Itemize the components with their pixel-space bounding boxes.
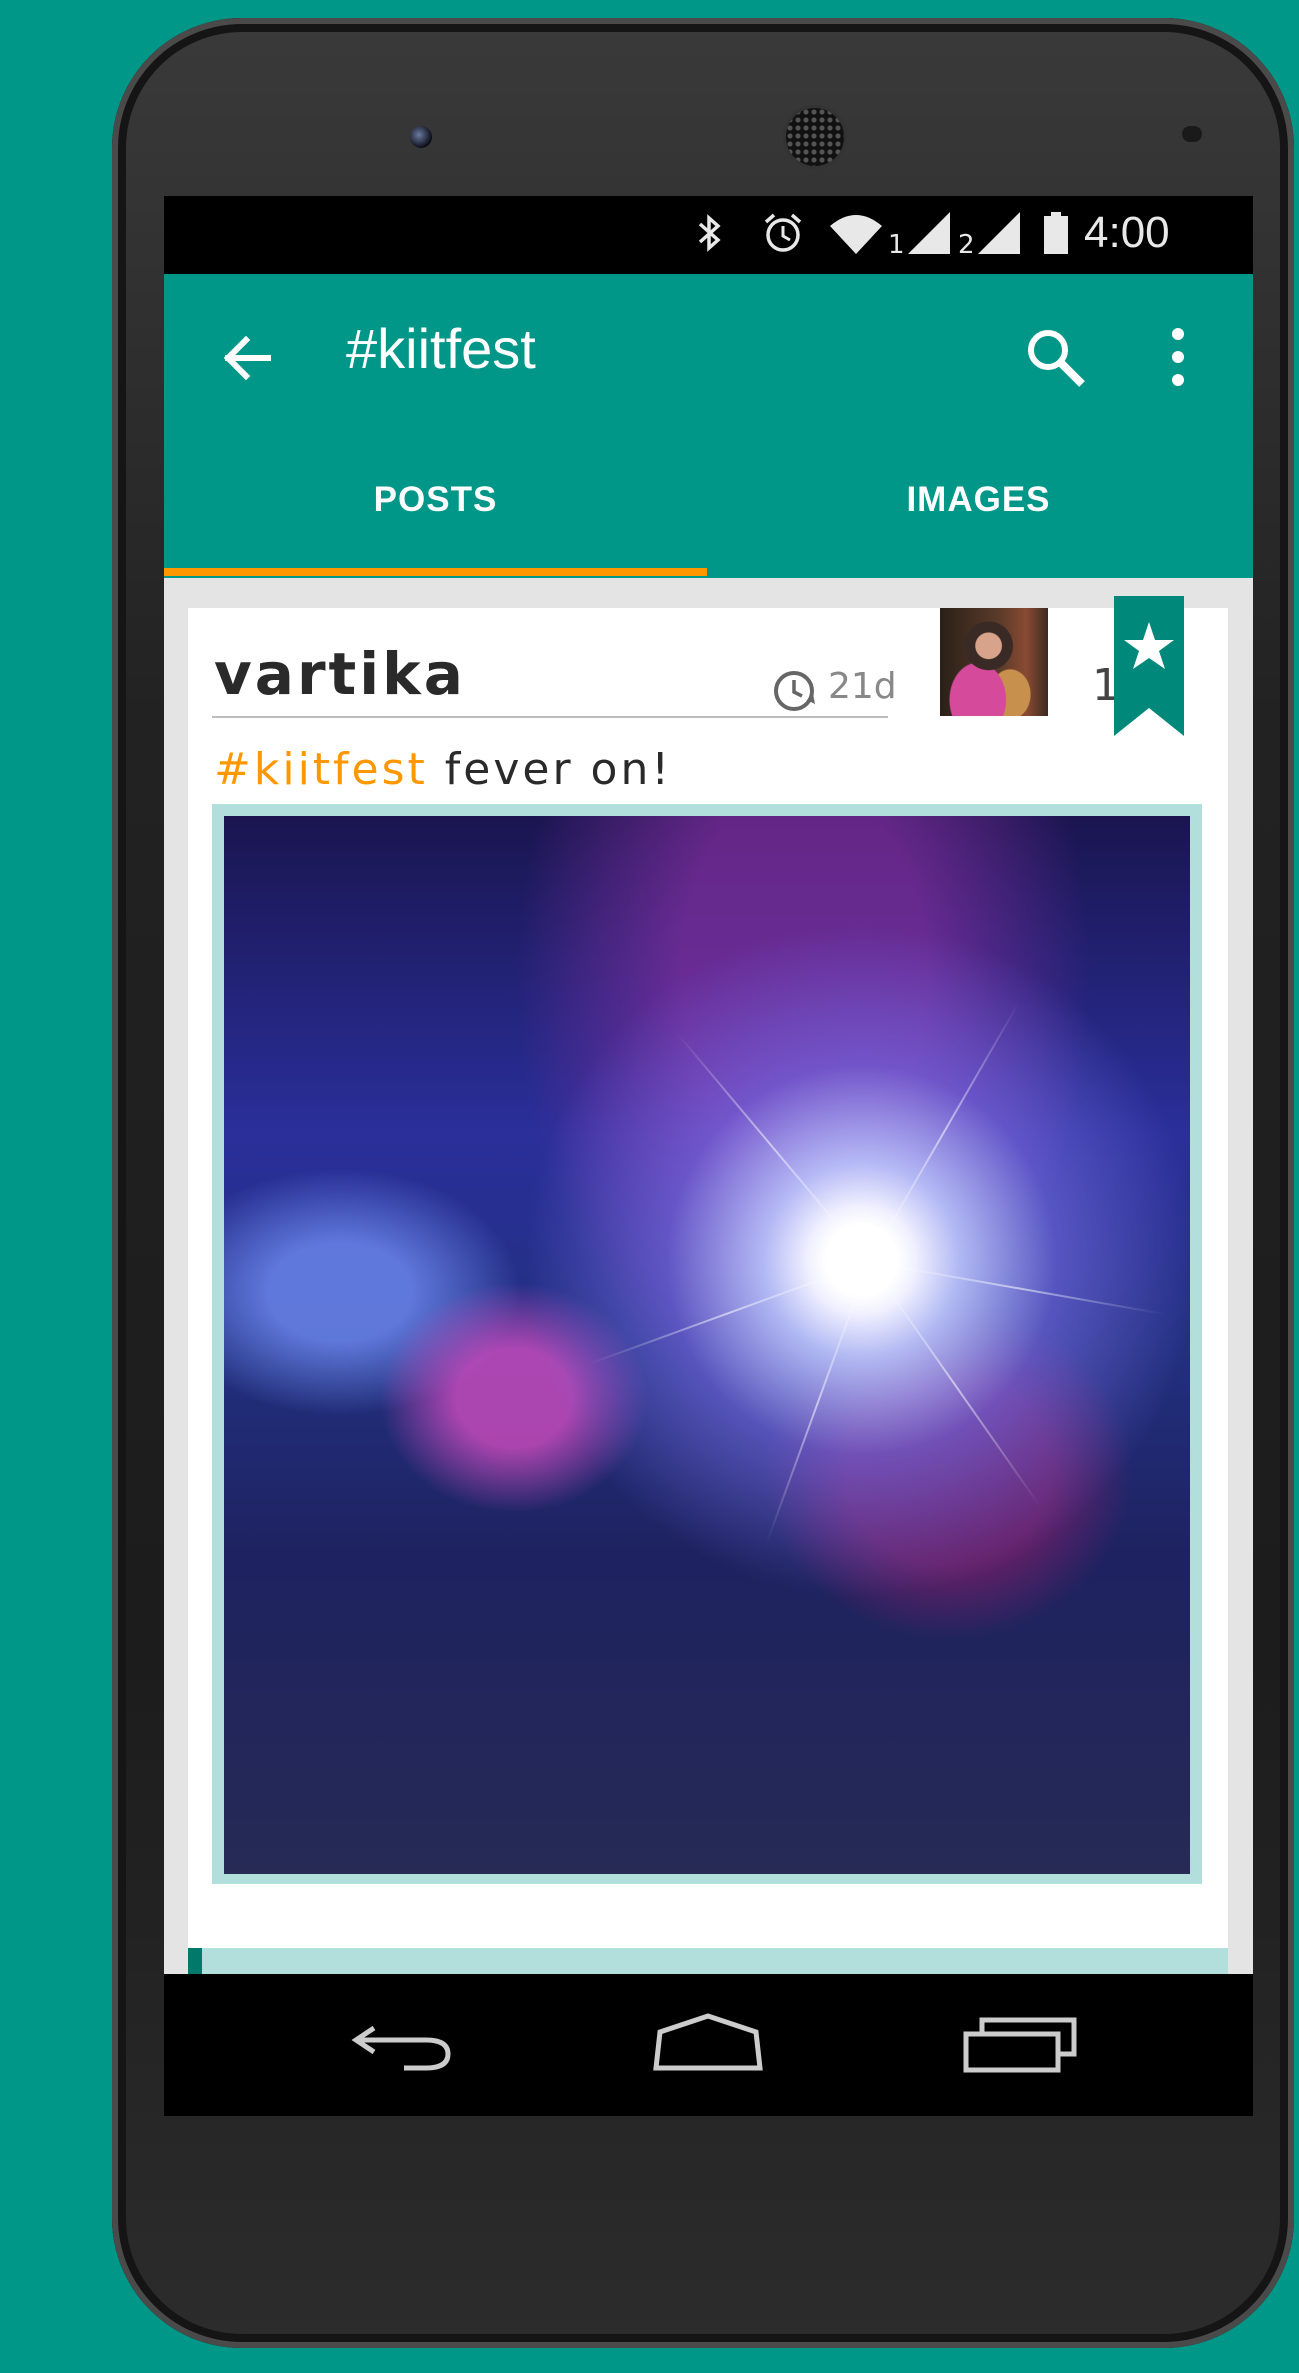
tab-images[interactable]: IMAGES: [707, 470, 1250, 574]
light-ray: [868, 1001, 1020, 1263]
status-time: 4:00: [1084, 208, 1170, 257]
light-ray: [675, 1031, 870, 1263]
nav-home-icon[interactable]: [648, 2010, 768, 2080]
system-nav-bar: [164, 1974, 1253, 2116]
app-bar: #kiitfest POSTS IMAGES: [164, 274, 1253, 578]
search-icon[interactable]: [1022, 324, 1088, 390]
post-author[interactable]: vartika: [214, 640, 466, 708]
phone-screen: 1 2 4:00 #kiitfest POSTS IMAGES vartika: [164, 196, 1253, 2116]
light-ray: [868, 1261, 1042, 1509]
star-bookmark-icon[interactable]: [1114, 596, 1184, 736]
more-vert-icon[interactable]: [1158, 322, 1198, 392]
post-time: 21d: [828, 666, 897, 707]
post-text: #kiitfest fever on!: [214, 744, 672, 795]
post-hashtag[interactable]: #kiitfest: [214, 744, 428, 795]
back-arrow-icon[interactable]: [216, 326, 280, 390]
status-bar: 1 2 4:00: [164, 196, 1253, 274]
post-image-frame[interactable]: [212, 804, 1202, 1884]
post-body: fever on!: [427, 744, 672, 795]
alarm-icon: [760, 208, 806, 258]
posts-list[interactable]: vartika 21d 1 #kiitfest fever on!: [164, 578, 1253, 2008]
light-ray: [765, 1261, 870, 1545]
page-title: #kiitfest: [346, 317, 536, 380]
nav-back-icon[interactable]: [344, 2010, 464, 2080]
wifi-icon: [828, 208, 884, 258]
nav-recents-icon[interactable]: [960, 2010, 1080, 2080]
proximity-sensor: [1182, 126, 1202, 142]
light-ray: [586, 1261, 870, 1366]
clock-icon: [771, 668, 817, 714]
divider: [212, 716, 888, 718]
signal-icon-sim1: [906, 208, 952, 258]
post-image[interactable]: [224, 816, 1190, 1874]
tab-indicator: [164, 568, 707, 576]
signal-icon-sim2: [976, 208, 1022, 258]
tab-posts[interactable]: POSTS: [164, 470, 707, 574]
sim1-label: 1: [888, 230, 905, 260]
front-camera: [410, 126, 432, 148]
sim2-label: 2: [958, 230, 975, 260]
bluetooth-icon: [694, 208, 724, 258]
avatar[interactable]: [940, 608, 1048, 716]
earpiece-speaker: [786, 108, 844, 166]
battery-icon: [1042, 208, 1070, 258]
post-card[interactable]: vartika 21d 1 #kiitfest fever on!: [188, 596, 1228, 1948]
light-ray: [868, 1261, 1165, 1316]
